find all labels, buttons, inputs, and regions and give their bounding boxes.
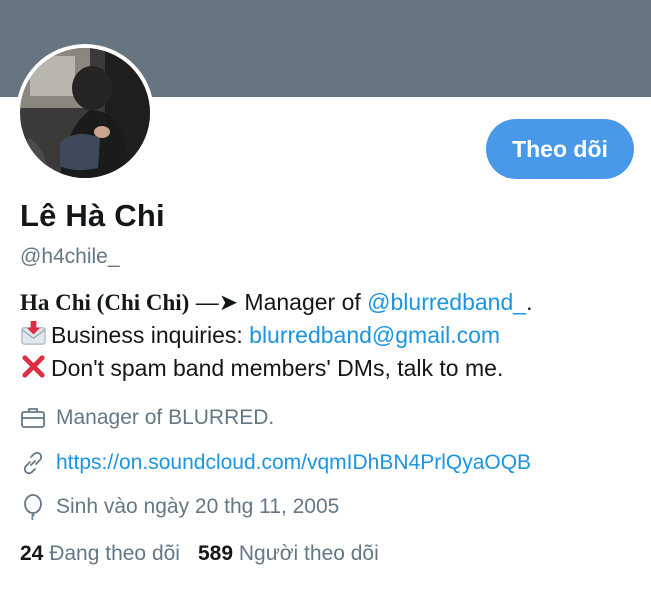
bio-period: .: [526, 289, 533, 315]
followers-label: Người theo dõi: [238, 542, 379, 565]
followers-stat[interactable]: 589 Người theo dõi: [198, 542, 379, 565]
birthday-text: Sinh vào ngày 20 thg 11, 2005: [56, 495, 340, 518]
bio-dm-text: Don't spam band members' DMs, talk to me…: [51, 355, 504, 381]
profile-handle: @h4chile_: [20, 245, 120, 268]
follow-stats: 24 Đang theo dõi 589 Người theo dõi: [20, 542, 379, 566]
profile-birthday: Sinh vào ngày 20 thg 11, 2005: [20, 494, 339, 520]
envelope-arrow-icon: [21, 320, 46, 345]
bio-email-link[interactable]: blurredband@gmail.com: [249, 322, 500, 348]
follow-button[interactable]: Theo dõi: [486, 119, 634, 179]
avatar[interactable]: [16, 44, 154, 182]
following-stat[interactable]: 24 Đang theo dõi: [20, 542, 180, 565]
bio-line-3: Don't spam band members' DMs, talk to me…: [20, 352, 640, 385]
url-link[interactable]: https://on.soundcloud.com/vqmIDhBN4PrlQy…: [56, 451, 531, 475]
avatar-image: [20, 48, 150, 178]
bio-manager-text: Manager of: [244, 289, 361, 315]
following-count: 24: [20, 542, 44, 565]
bio-line-2: Business inquiries: blurredband@gmail.co…: [20, 319, 640, 352]
bio-business-text: Business inquiries:: [51, 322, 243, 348]
cross-mark-icon: [22, 355, 45, 378]
profile-url: https://on.soundcloud.com/vqmIDhBN4PrlQy…: [20, 450, 531, 476]
profile-work: Manager of BLURRED.: [20, 405, 274, 431]
followers-count: 589: [197, 542, 234, 565]
bio-mention-link[interactable]: @blurredband_: [367, 289, 526, 315]
work-text: Manager of BLURRED.: [56, 406, 275, 429]
bio-arrow: —➤: [195, 289, 239, 315]
bio-name-styled: Ha Chi (Chi Chi): [20, 290, 190, 315]
profile-name: Lê Hà Chi: [20, 198, 165, 233]
balloon-icon: [24, 494, 42, 520]
profile-bio: Ha Chi (Chi Chi) —➤ Manager of @blurredb…: [20, 286, 640, 385]
bio-line-1: Ha Chi (Chi Chi) —➤ Manager of @blurredb…: [20, 286, 640, 319]
briefcase-icon: [21, 408, 45, 428]
link-icon: [23, 451, 43, 475]
following-label: Đang theo dõi: [49, 542, 180, 565]
